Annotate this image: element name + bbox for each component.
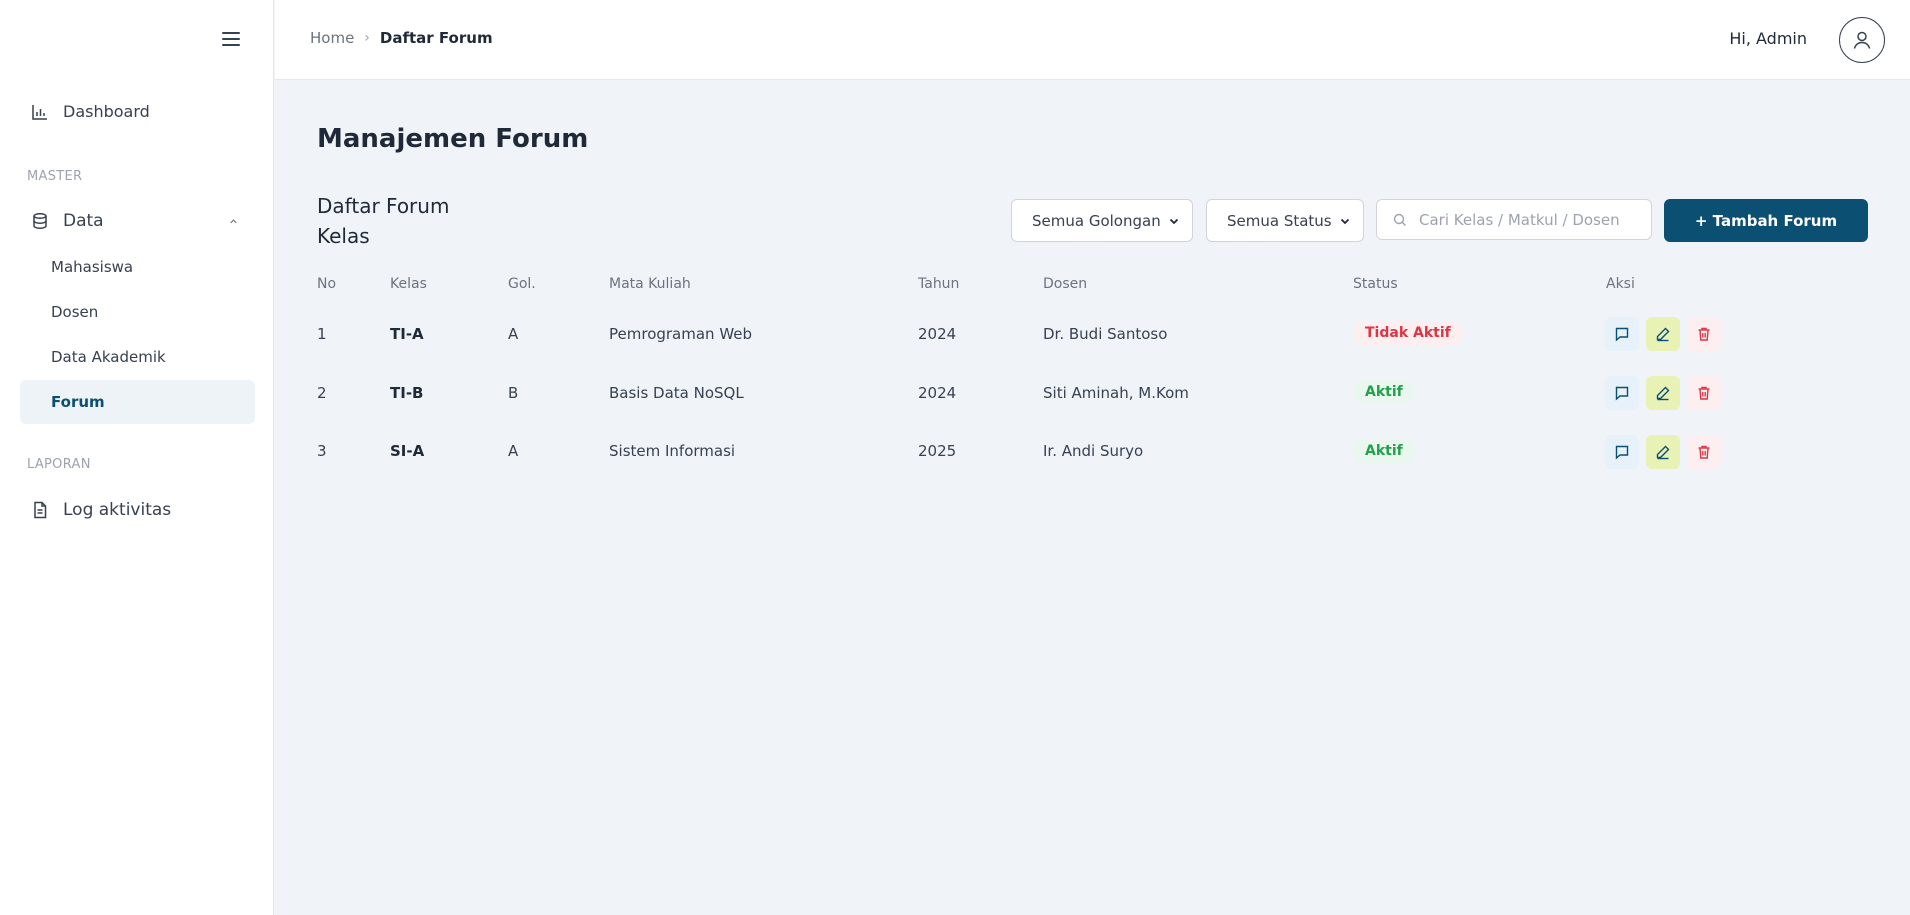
breadcrumb-home[interactable]: Home <box>310 29 354 47</box>
search-box <box>1376 199 1652 240</box>
select-value: Semua Status <box>1227 211 1332 230</box>
sidebar-item-log-aktivitas[interactable]: Log aktivitas <box>31 500 171 520</box>
cell-tahun: 2024 <box>918 325 957 343</box>
cell-mata-kuliah: Sistem Informasi <box>609 442 736 460</box>
cell-gol: B <box>508 384 519 402</box>
chevron-up-icon <box>230 218 237 223</box>
database-icon <box>33 213 47 229</box>
user-greeting: Hi, Admin <box>1729 29 1807 48</box>
filter-status-select[interactable]: Semua Status <box>1206 199 1364 242</box>
document-icon <box>34 501 47 519</box>
section-label-laporan: LAPORAN <box>27 457 91 472</box>
cell-kelas: SI-A <box>390 442 425 460</box>
breadcrumb: Home › Daftar Forum <box>310 29 493 47</box>
chevron-right-icon: › <box>364 30 370 46</box>
column-header-tahun: Tahun <box>918 276 960 292</box>
trash-icon <box>1698 327 1710 341</box>
pencil-icon <box>1656 386 1670 401</box>
sidebar-item-forum[interactable]: Forum <box>20 380 255 424</box>
column-header-status: Status <box>1353 276 1398 292</box>
column-header-no: No <box>317 276 337 292</box>
section-label-master: MASTER <box>27 169 83 184</box>
cell-tahun: 2024 <box>918 384 957 402</box>
pencil-icon <box>1656 445 1670 460</box>
column-header-gol: Gol. <box>508 276 536 292</box>
sidebar: Dashboard MASTER Data Mahasiswa Dosen Da… <box>0 0 274 915</box>
cell-dosen: Ir. Andi Suryo <box>1043 442 1144 460</box>
filter-golongan-select[interactable]: Semua Golongan <box>1011 199 1193 242</box>
chevron-down-icon <box>1169 218 1179 224</box>
column-header-aksi: Aksi <box>1606 276 1635 292</box>
delete-button[interactable] <box>1687 376 1721 410</box>
cell-gol: A <box>508 325 519 343</box>
cell-mata-kuliah: Basis Data NoSQL <box>609 384 744 402</box>
search-icon <box>1393 213 1406 226</box>
sidebar-item-data-akademik[interactable]: Data Akademik <box>20 335 255 379</box>
column-header-dosen: Dosen <box>1043 276 1088 292</box>
sidebar-item-label: Data <box>63 211 104 231</box>
message-icon <box>1615 386 1629 401</box>
select-value: Semua Golongan <box>1032 211 1161 230</box>
edit-button[interactable] <box>1646 317 1680 351</box>
chat-button[interactable] <box>1605 376 1639 410</box>
status-badge: Aktif <box>1353 380 1415 404</box>
delete-button[interactable] <box>1687 317 1721 351</box>
pencil-icon <box>1656 327 1670 342</box>
chat-button[interactable] <box>1605 317 1639 351</box>
edit-button[interactable] <box>1646 376 1680 410</box>
sidebar-item-label: Dashboard <box>63 102 150 121</box>
user-icon <box>1853 31 1871 49</box>
bar-chart-icon <box>32 104 47 120</box>
chevron-down-icon <box>1340 218 1350 224</box>
breadcrumb-current: Daftar Forum <box>379 29 493 47</box>
cell-tahun: 2025 <box>918 442 957 460</box>
sidebar-item-dashboard[interactable]: Dashboard <box>31 102 150 121</box>
message-icon <box>1615 445 1629 460</box>
column-header-kelas: Kelas <box>390 276 427 292</box>
search-input[interactable] <box>1419 210 1644 229</box>
add-forum-button[interactable]: + Tambah Forum <box>1664 199 1868 242</box>
edit-button[interactable] <box>1646 435 1680 469</box>
status-badge: Aktif <box>1353 439 1415 463</box>
delete-button[interactable] <box>1687 435 1721 469</box>
cell-dosen: Siti Aminah, M.Kom <box>1043 384 1189 402</box>
cell-mata-kuliah: Pemrograman Web <box>609 325 753 343</box>
hamburger-menu-icon[interactable] <box>222 32 240 48</box>
cell-no: 3 <box>317 442 327 460</box>
message-icon <box>1615 327 1629 342</box>
trash-icon <box>1698 445 1710 459</box>
cell-gol: A <box>508 442 519 460</box>
chat-button[interactable] <box>1605 435 1639 469</box>
card-title: Daftar Forum Kelas <box>317 194 450 248</box>
column-header-mata-kuliah: Mata Kuliah <box>609 276 691 292</box>
trash-icon <box>1698 386 1710 400</box>
cell-kelas: TI-B <box>390 384 424 402</box>
cell-dosen: Dr. Budi Santoso <box>1043 325 1168 343</box>
sidebar-item-label: Log aktivitas <box>63 500 172 520</box>
top-header: Home › Daftar Forum Hi, Admin <box>275 0 1910 80</box>
sidebar-item-dosen[interactable]: Dosen <box>20 290 255 334</box>
status-badge: Tidak Aktif <box>1353 321 1463 345</box>
cell-kelas: TI-A <box>390 325 424 343</box>
page-title: Manajemen Forum <box>317 124 589 154</box>
cell-no: 2 <box>317 384 327 402</box>
cell-no: 1 <box>317 325 327 343</box>
user-avatar[interactable] <box>1839 17 1885 63</box>
sidebar-item-mahasiswa[interactable]: Mahasiswa <box>20 245 255 289</box>
sidebar-item-data[interactable]: Data <box>31 211 241 231</box>
